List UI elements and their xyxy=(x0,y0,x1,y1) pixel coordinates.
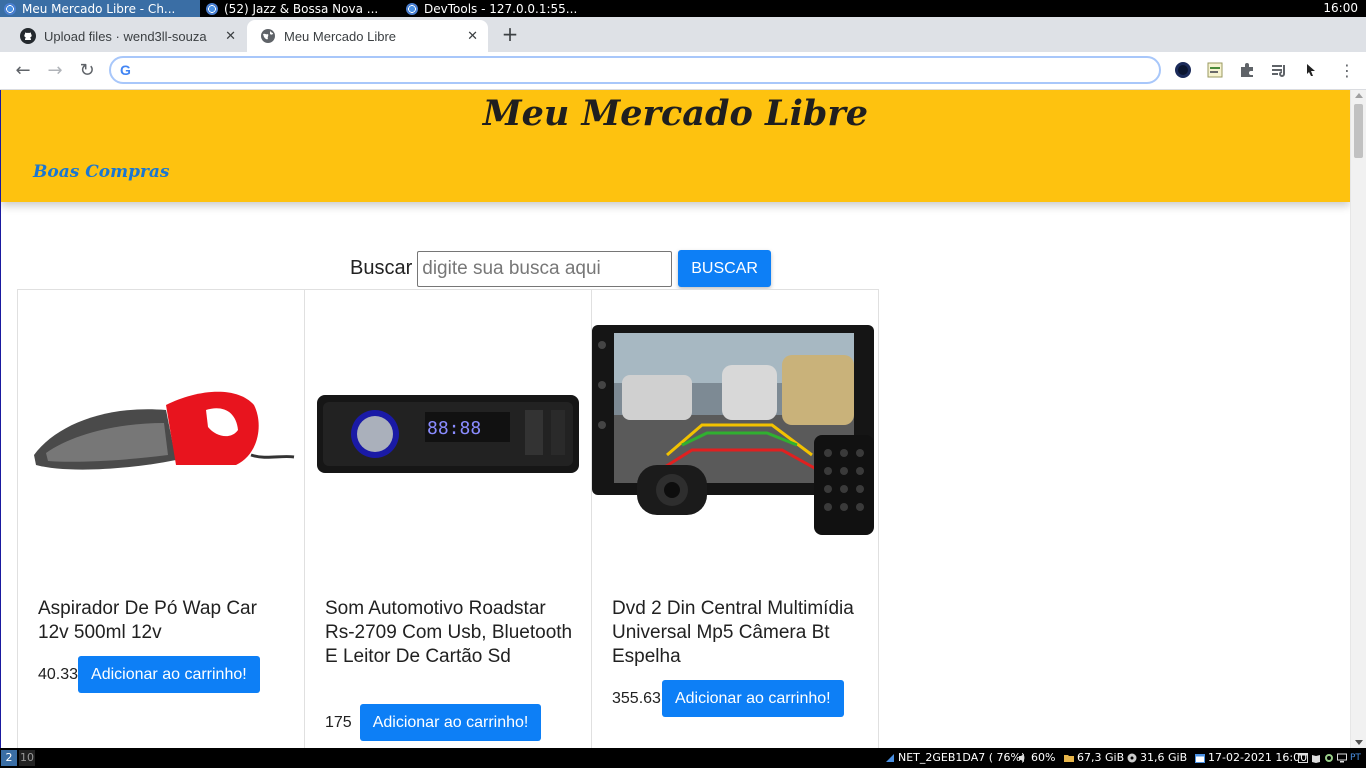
datetime-status[interactable]: 17-02-2021 16:00 xyxy=(1195,748,1307,768)
product-price: 175 xyxy=(325,713,352,731)
new-tab-button[interactable]: + xyxy=(498,23,522,47)
add-to-cart-button[interactable]: Adicionar ao carrinho! xyxy=(661,680,844,717)
add-to-cart-button[interactable]: Adicionar ao carrinho! xyxy=(78,656,260,693)
product-card: 88:88 Som Automotivo Roadstar Rs-2709 Co… xyxy=(304,289,592,748)
product-grid: Aspirador De Pó Wap Car 12v 500ml 12v 40… xyxy=(17,289,879,748)
disk-root-label: 31,6 GiB xyxy=(1140,751,1188,764)
search-input[interactable] xyxy=(417,250,673,287)
price-row: 175 Adicionar ao carrinho! xyxy=(325,704,542,741)
product-title: Som Automotivo Roadstar Rs-2709 Com Usb,… xyxy=(325,598,573,667)
os-task-devtools[interactable]: DevTools - 127.0.0.1:55... xyxy=(402,0,602,17)
google-icon: G xyxy=(120,62,131,78)
disk-home-status: 67,3 GiB xyxy=(1064,748,1124,768)
disk-icon xyxy=(1127,753,1137,763)
close-icon[interactable]: ✕ xyxy=(467,28,478,44)
scroll-down-icon[interactable] xyxy=(1355,740,1363,745)
disk-home-label: 67,3 GiB xyxy=(1077,751,1125,764)
search-button[interactable]: BUSCAR xyxy=(678,250,771,287)
keyboard-layout-label[interactable]: PT xyxy=(1350,748,1361,768)
folder-icon xyxy=(1064,755,1074,762)
os-task-mercado[interactable]: Meu Mercado Libre - Ch... xyxy=(0,0,200,17)
product-title: Aspirador De Pó Wap Car 12v 500ml 12v xyxy=(38,598,257,643)
os-task-jazz[interactable]: (52) Jazz & Bossa Nova ... xyxy=(202,0,402,17)
os-task-label: Meu Mercado Libre - Ch... xyxy=(22,1,176,16)
product-card: Aspirador De Pó Wap Car 12v 500ml 12v 40… xyxy=(17,289,305,748)
tab-title: Meu Mercado Libre xyxy=(284,28,396,44)
profile-extension-icon[interactable] xyxy=(1174,61,1192,79)
workspace-10[interactable]: 10 xyxy=(19,750,35,766)
price-row: 40.33 Adicionar ao carrinho! xyxy=(38,656,260,693)
kebab-menu-icon: ⋮ xyxy=(1339,61,1355,80)
media-queue-icon[interactable] xyxy=(1270,61,1288,79)
tab-upload-files[interactable]: Upload files · wend3ll-souza ✕ xyxy=(8,20,246,52)
chrome-icon xyxy=(4,2,16,15)
datetime-label: 17-02-2021 16:00 xyxy=(1208,751,1308,764)
chrome-icon xyxy=(406,2,418,15)
product-price: 40.33 xyxy=(38,665,79,683)
puzzle-icon[interactable] xyxy=(1238,61,1256,79)
reload-icon: ↻ xyxy=(79,60,95,81)
os-task-label: DevTools - 127.0.0.1:55... xyxy=(424,1,578,16)
os-clock: 16:00 xyxy=(1323,1,1358,15)
volume-label: 60% xyxy=(1031,751,1056,764)
product-price: 355.63 xyxy=(612,689,661,707)
page-viewport: Meu Mercado Libre Boas Compras Buscar BU… xyxy=(0,90,1366,748)
browser-toolbar: ← → ↻ G ⋮ xyxy=(0,52,1366,90)
arrow-right-icon: → xyxy=(47,60,63,81)
site-title: Meu Mercado Libre xyxy=(482,93,869,134)
os-top-taskbar: Meu Mercado Libre - Ch... (52) Jazz & Bo… xyxy=(0,0,1366,17)
scroll-thumb[interactable] xyxy=(1354,104,1363,158)
car-vacuum-image[interactable] xyxy=(18,300,304,570)
book-icon[interactable] xyxy=(1311,753,1321,763)
volume-status[interactable]: 60% xyxy=(1018,748,1055,768)
site-header: Meu Mercado Libre Boas Compras xyxy=(1,90,1350,202)
cursor-extension-icon[interactable] xyxy=(1302,61,1320,79)
chrome-icon xyxy=(206,2,218,15)
calendar-icon xyxy=(1195,754,1205,763)
speaker-icon xyxy=(1019,754,1024,762)
multimedia-center-image[interactable] xyxy=(592,300,878,570)
scroll-up-icon[interactable] xyxy=(1355,93,1363,98)
back-button[interactable]: ← xyxy=(10,58,36,84)
boas-compras-link[interactable]: Boas Compras xyxy=(33,162,170,182)
arrow-left-icon: ← xyxy=(15,60,31,81)
tab-meu-mercado-libre[interactable]: Meu Mercado Libre ✕ xyxy=(247,20,488,52)
github-icon xyxy=(20,28,36,44)
tab-strip: Upload files · wend3ll-souza ✕ Meu Merca… xyxy=(0,17,1366,52)
search-label: Buscar xyxy=(350,257,413,279)
product-card: Dvd 2 Din Central Multimídia Universal M… xyxy=(591,289,879,748)
window-icon[interactable] xyxy=(1298,753,1308,763)
network-label: NET_2GEB1DA7 ( 76%) xyxy=(898,751,1026,764)
sheet-extension-icon[interactable] xyxy=(1206,61,1224,79)
disk-root-status: 31,6 GiB xyxy=(1127,748,1187,768)
os-bottom-taskbar: 2 10 NET_2GEB1DA7 ( 76%) 60% 67,3 GiB 31… xyxy=(0,748,1366,768)
address-bar[interactable]: G xyxy=(109,56,1161,84)
monitor-icon[interactable] xyxy=(1337,753,1347,763)
tray-icons: PT xyxy=(1298,748,1361,768)
add-to-cart-button[interactable]: Adicionar ao carrinho! xyxy=(359,704,542,741)
workspace-2[interactable]: 2 xyxy=(1,750,17,766)
wifi-icon xyxy=(886,754,894,762)
settings-icon[interactable] xyxy=(1324,753,1334,763)
globe-icon xyxy=(261,29,275,43)
close-icon[interactable]: ✕ xyxy=(225,28,236,44)
os-task-label: (52) Jazz & Bossa Nova ... xyxy=(224,1,379,16)
product-title: Dvd 2 Din Central Multimídia Universal M… xyxy=(612,598,854,667)
page-scrollbar[interactable] xyxy=(1350,90,1366,748)
menu-button[interactable]: ⋮ xyxy=(1334,58,1360,84)
car-stereo-image[interactable]: 88:88 xyxy=(305,300,591,570)
reload-button[interactable]: ↻ xyxy=(74,58,100,84)
forward-button[interactable]: → xyxy=(42,58,68,84)
price-row: 355.63 Adicionar ao carrinho! xyxy=(612,680,844,717)
network-status[interactable]: NET_2GEB1DA7 ( 76%) xyxy=(885,748,1025,768)
svg-text:88:88: 88:88 xyxy=(427,418,481,439)
tab-title: Upload files · wend3ll-souza xyxy=(44,28,207,44)
search-bar: Buscar BUSCAR xyxy=(350,250,771,287)
